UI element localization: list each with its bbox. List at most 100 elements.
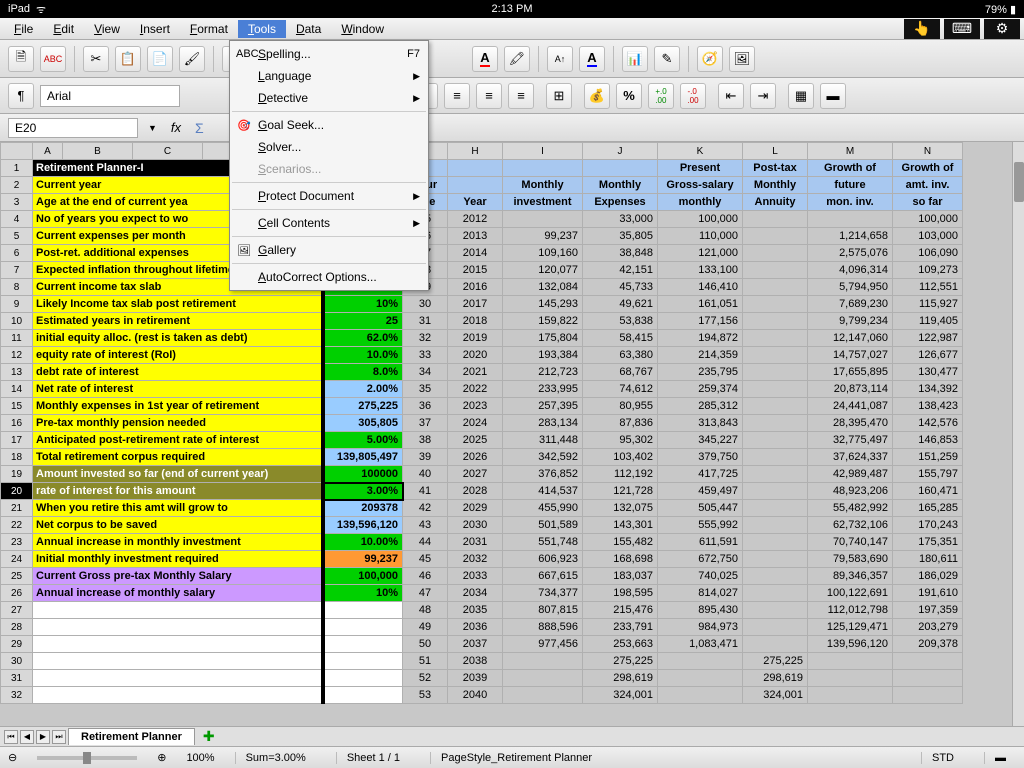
cell[interactable]: 1,083,471: [658, 636, 743, 653]
cell[interactable]: 110,000: [658, 228, 743, 245]
cell[interactable]: 50: [403, 636, 448, 653]
cell[interactable]: [658, 687, 743, 704]
cell[interactable]: Year: [448, 194, 503, 211]
cell[interactable]: 233,791: [583, 619, 658, 636]
cell[interactable]: 459,497: [658, 483, 743, 500]
cell[interactable]: 87,836: [583, 415, 658, 432]
row-header[interactable]: 16: [1, 415, 33, 432]
cut-icon[interactable]: ✂: [83, 46, 109, 72]
cell[interactable]: 49,621: [583, 296, 658, 313]
cell[interactable]: 2025: [448, 432, 503, 449]
cell[interactable]: 79,583,690: [808, 551, 893, 568]
cell[interactable]: 10%: [323, 296, 403, 313]
cell[interactable]: debt rate of interest: [33, 364, 323, 381]
col-header[interactable]: L: [743, 143, 808, 160]
cell[interactable]: 298,619: [583, 670, 658, 687]
styles-icon[interactable]: ¶: [8, 83, 34, 109]
cell[interactable]: 455,990: [503, 500, 583, 517]
cell[interactable]: Net corpus to be saved: [33, 517, 323, 534]
cell[interactable]: 115,927: [893, 296, 963, 313]
cell[interactable]: 44: [403, 534, 448, 551]
function-wizard-icon[interactable]: fx: [167, 120, 185, 135]
decrease-indent-icon[interactable]: ⇤: [718, 83, 744, 109]
cell[interactable]: [893, 653, 963, 670]
tab-last-icon[interactable]: ⏭: [52, 730, 66, 744]
cell[interactable]: 139,596,120: [808, 636, 893, 653]
menu-item[interactable]: Detective▶: [232, 87, 426, 109]
cell[interactable]: 2027: [448, 466, 503, 483]
row-header[interactable]: 24: [1, 551, 33, 568]
menu-item[interactable]: Cell Contents▶: [232, 212, 426, 234]
cell[interactable]: 112,551: [893, 279, 963, 296]
cell[interactable]: 126,677: [893, 347, 963, 364]
cell[interactable]: [448, 160, 503, 177]
cell[interactable]: [808, 670, 893, 687]
cell[interactable]: 51: [403, 653, 448, 670]
cell[interactable]: 311,448: [503, 432, 583, 449]
cell[interactable]: 5,794,950: [808, 279, 893, 296]
cell[interactable]: 95,302: [583, 432, 658, 449]
menu-insert[interactable]: Insert: [130, 20, 180, 38]
cell[interactable]: 48,923,206: [808, 483, 893, 500]
cell[interactable]: 143,301: [583, 517, 658, 534]
chart-icon[interactable]: 📊: [622, 46, 648, 72]
col-header[interactable]: N: [893, 143, 963, 160]
increase-indent-icon[interactable]: ⇥: [750, 83, 776, 109]
row-header[interactable]: 28: [1, 619, 33, 636]
cell[interactable]: 10%: [323, 585, 403, 602]
cell[interactable]: 2.00%: [323, 381, 403, 398]
cell[interactable]: [743, 398, 808, 415]
gear-icon[interactable]: ⚙: [984, 19, 1020, 39]
cell[interactable]: 30: [403, 296, 448, 313]
cell[interactable]: 9,799,234: [808, 313, 893, 330]
cell[interactable]: monthly: [658, 194, 743, 211]
templates-icon[interactable]: 🗎: [8, 46, 34, 72]
row-header[interactable]: 12: [1, 347, 33, 364]
cell[interactable]: investment: [503, 194, 583, 211]
cell[interactable]: 159,822: [503, 313, 583, 330]
cell[interactable]: [503, 653, 583, 670]
cell[interactable]: 146,410: [658, 279, 743, 296]
row-header[interactable]: 1: [1, 160, 33, 177]
cell[interactable]: 41: [403, 483, 448, 500]
cell[interactable]: [323, 602, 403, 619]
cell[interactable]: 194,872: [658, 330, 743, 347]
cell[interactable]: 740,025: [658, 568, 743, 585]
cell[interactable]: 37: [403, 415, 448, 432]
menu-item[interactable]: ABCSpelling...F7: [232, 43, 426, 65]
cell[interactable]: [808, 653, 893, 670]
row-header[interactable]: 2: [1, 177, 33, 194]
cell[interactable]: 34: [403, 364, 448, 381]
cell[interactable]: 5.00%: [323, 432, 403, 449]
cell[interactable]: 45: [403, 551, 448, 568]
cell[interactable]: initial equity alloc. (rest is taken as …: [33, 330, 323, 347]
cell[interactable]: Monthly: [503, 177, 583, 194]
row-header[interactable]: 9: [1, 296, 33, 313]
font-name-input[interactable]: [40, 85, 180, 107]
cell[interactable]: 2039: [448, 670, 503, 687]
menu-item[interactable]: Language▶: [232, 65, 426, 87]
row-header[interactable]: 6: [1, 245, 33, 262]
cell[interactable]: 175,351: [893, 534, 963, 551]
spellcheck-icon[interactable]: ABC: [40, 46, 66, 72]
cell[interactable]: [743, 517, 808, 534]
cell[interactable]: 197,359: [893, 602, 963, 619]
cell[interactable]: 275,225: [583, 653, 658, 670]
cell[interactable]: 70,740,147: [808, 534, 893, 551]
row-header[interactable]: 26: [1, 585, 33, 602]
cell[interactable]: Current Gross pre-tax Monthly Salary: [33, 568, 323, 585]
cell[interactable]: [323, 636, 403, 653]
cell[interactable]: 342,592: [503, 449, 583, 466]
cell[interactable]: 46: [403, 568, 448, 585]
cell[interactable]: 33: [403, 347, 448, 364]
menu-item[interactable]: AutoCorrect Options...: [232, 266, 426, 288]
cell[interactable]: 142,576: [893, 415, 963, 432]
cell[interactable]: Total retirement corpus required: [33, 449, 323, 466]
cell[interactable]: 100,000: [893, 211, 963, 228]
cell[interactable]: Monthly: [743, 177, 808, 194]
cell[interactable]: 25: [323, 313, 403, 330]
cell[interactable]: [33, 687, 323, 704]
menu-tools[interactable]: Tools: [238, 20, 286, 38]
cell[interactable]: 170,243: [893, 517, 963, 534]
cell[interactable]: 151,259: [893, 449, 963, 466]
